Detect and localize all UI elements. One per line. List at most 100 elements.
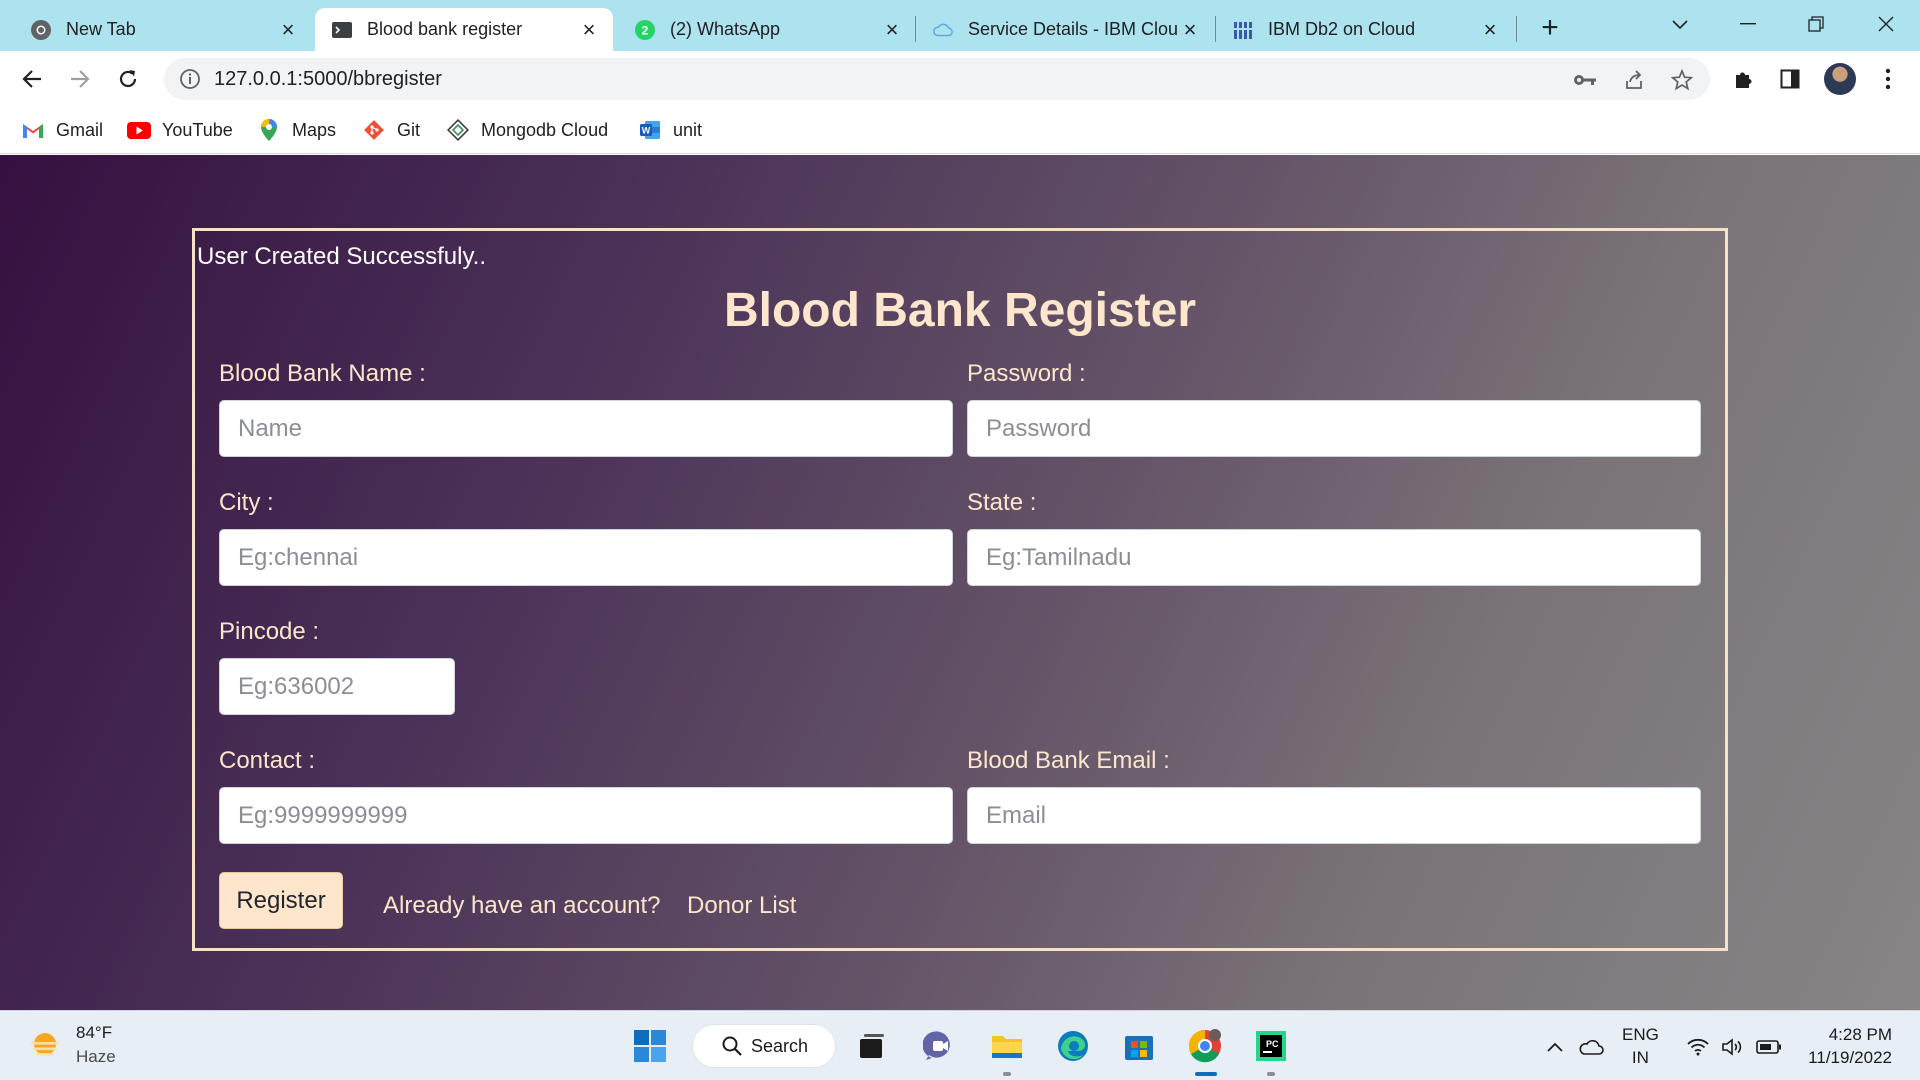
back-icon[interactable] [13, 60, 51, 98]
tab-title: Blood bank register [367, 19, 523, 39]
close-tab-icon[interactable]: × [276, 17, 300, 42]
active-indicator [1195, 1072, 1217, 1076]
db2-icon [1232, 19, 1254, 41]
tab-new-tab[interactable]: New Tab × [14, 8, 312, 51]
volume-icon[interactable] [1718, 1033, 1748, 1061]
bookmark-mongodb[interactable]: Mongodb Cloud [446, 115, 608, 145]
side-panel-icon[interactable] [1775, 64, 1805, 94]
teams-chat-icon[interactable] [920, 1026, 960, 1066]
language-region: IN [1631, 1048, 1649, 1067]
system-clock[interactable]: 4:28 PM 11/19/2022 [1800, 1023, 1892, 1069]
share-icon[interactable] [1621, 67, 1647, 93]
chrome-icon [30, 19, 52, 41]
close-tab-icon[interactable]: × [1178, 17, 1202, 42]
tab-whatsapp[interactable]: 2 (2) WhatsApp × [618, 8, 916, 51]
state-input[interactable] [967, 529, 1701, 586]
bookmark-label: Git [397, 119, 421, 140]
tab-title: Service Details - IBM Clou [968, 19, 1178, 39]
login-link[interactable]: Already have an account? [383, 892, 661, 920]
battery-icon[interactable] [1754, 1033, 1784, 1061]
svg-text:2: 2 [642, 23, 649, 37]
email-label: Blood Bank Email : [967, 747, 1170, 774]
microsoft-store-icon[interactable] [1119, 1026, 1159, 1066]
edge-icon[interactable] [1053, 1026, 1093, 1066]
clock-time: 4:28 PM [1828, 1025, 1892, 1044]
address-text[interactable]: 127.0.0.1:5000/bbregister [214, 68, 442, 91]
pycharm-icon[interactable]: PC [1251, 1026, 1291, 1066]
register-form-panel: User Created Successfuly.. Blood Bank Re… [192, 228, 1728, 951]
tab-title: New Tab [66, 19, 136, 39]
youtube-icon [127, 118, 151, 142]
city-label: City : [219, 489, 274, 516]
tab-title: IBM Db2 on Cloud [1268, 19, 1416, 39]
chevron-up-icon[interactable] [1542, 1033, 1568, 1061]
page-title: Blood Bank Register [723, 284, 1197, 337]
tab-separator [1516, 16, 1517, 42]
email-input[interactable] [967, 787, 1701, 844]
reload-icon[interactable] [109, 60, 147, 98]
mongodb-icon [446, 118, 470, 142]
bookmark-gmail[interactable]: Gmail [21, 115, 103, 145]
weather-condition[interactable]: Haze [76, 1047, 116, 1067]
donor-list-link[interactable]: Donor List [687, 892, 796, 920]
tab-title: (2) WhatsApp [670, 19, 781, 39]
windows-taskbar: 84°F Haze Search PC ENG IN 4:28 PM 11/19… [0, 1010, 1920, 1080]
bloodbank-name-label: Blood Bank Name : [219, 360, 426, 387]
git-icon [362, 118, 386, 142]
task-view-icon[interactable] [852, 1026, 892, 1066]
key-icon[interactable] [1572, 67, 1598, 93]
clock-date: 11/19/2022 [1808, 1048, 1892, 1067]
menu-kebab-icon[interactable] [1873, 64, 1903, 94]
restore-icon[interactable] [1796, 6, 1836, 42]
extensions-icon[interactable] [1728, 64, 1758, 94]
browser-toolbar: 127.0.0.1:5000/bbregister [0, 51, 1920, 107]
pincode-input[interactable] [219, 658, 455, 715]
password-input[interactable] [967, 400, 1701, 457]
forward-icon[interactable] [61, 60, 99, 98]
language-code: ENG [1622, 1025, 1659, 1044]
bookmark-youtube[interactable]: YouTube [127, 115, 233, 145]
tab-ibm-cloud[interactable]: Service Details - IBM Clou × [916, 8, 1214, 51]
browser-tab-strip: New Tab × Blood bank register × 2 (2) Wh… [0, 0, 1920, 51]
contact-input[interactable] [219, 787, 953, 844]
bookmark-label: YouTube [162, 119, 233, 140]
address-bar[interactable]: 127.0.0.1:5000/bbregister [164, 58, 1710, 100]
close-window-icon[interactable] [1866, 6, 1906, 42]
tab-blood-bank-register[interactable]: Blood bank register × [315, 8, 613, 51]
weather-haze-icon[interactable] [28, 1029, 62, 1063]
windows-start-icon[interactable] [630, 1026, 670, 1066]
bookmark-maps[interactable]: Maps [257, 115, 336, 145]
weather-temp[interactable]: 84°F [76, 1023, 112, 1043]
search-label: Search [751, 1035, 809, 1056]
bookmark-git[interactable]: Git [362, 115, 420, 145]
tab-ibm-db2[interactable]: IBM Db2 on Cloud × [1216, 8, 1514, 51]
whatsapp-icon: 2 [634, 19, 656, 41]
page-background: User Created Successfuly.. Blood Bank Re… [0, 155, 1920, 1010]
terminal-icon [331, 19, 353, 41]
bookmark-label: unit [673, 119, 703, 140]
onedrive-cloud-icon[interactable] [1576, 1033, 1606, 1061]
bookmark-star-icon[interactable] [1669, 67, 1695, 93]
word-icon: W [638, 118, 662, 142]
close-tab-icon[interactable]: × [880, 17, 904, 42]
city-input[interactable] [219, 529, 953, 586]
bookmark-label: Maps [292, 119, 337, 140]
tab-search-icon[interactable] [1660, 6, 1700, 42]
wifi-icon[interactable] [1683, 1033, 1713, 1061]
running-indicator [1267, 1072, 1275, 1076]
bloodbank-name-input[interactable] [219, 400, 953, 457]
register-button[interactable]: Register [219, 872, 343, 929]
chrome-taskbar-icon[interactable] [1185, 1026, 1225, 1066]
new-tab-button[interactable]: + [1532, 10, 1568, 46]
taskbar-search[interactable]: Search [692, 1024, 836, 1068]
close-tab-icon[interactable]: × [1478, 17, 1502, 42]
site-info-icon[interactable] [178, 67, 202, 91]
bookmark-unit[interactable]: W unit [638, 115, 702, 145]
close-tab-icon[interactable]: × [577, 17, 601, 42]
minimize-icon[interactable] [1728, 6, 1768, 42]
svg-text:PC: PC [1266, 1039, 1279, 1049]
profile-avatar[interactable] [1824, 63, 1856, 95]
file-explorer-icon[interactable] [987, 1026, 1027, 1066]
language-indicator[interactable]: ENG IN [1622, 1023, 1659, 1069]
bookmark-label: Mongodb Cloud [481, 119, 609, 140]
